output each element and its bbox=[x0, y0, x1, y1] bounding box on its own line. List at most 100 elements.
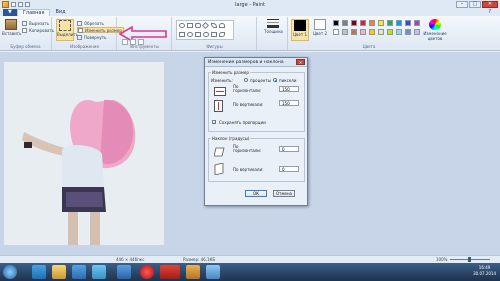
color-swatch[interactable] bbox=[333, 20, 339, 26]
arrow-shape-icon[interactable] bbox=[179, 32, 185, 37]
rotate-icon bbox=[77, 34, 82, 40]
clipboard-group-label: Буфер обмена bbox=[10, 44, 41, 49]
color-swatch[interactable] bbox=[387, 29, 393, 35]
skew-vertical-input[interactable]: 0 bbox=[279, 166, 299, 172]
color-swatch[interactable] bbox=[396, 20, 402, 26]
star-shape-icon[interactable] bbox=[187, 32, 193, 37]
rotate-button[interactable]: Повернуть bbox=[77, 34, 106, 40]
image-group: Выделить Обрезать Изменить размер Поверн… bbox=[53, 17, 124, 50]
shapes-group-label: Фигуры bbox=[206, 44, 223, 49]
paint-taskbar-icon[interactable] bbox=[186, 265, 200, 279]
help-icon[interactable]: ? bbox=[483, 9, 496, 16]
resize-icon bbox=[78, 27, 83, 33]
copy-label: Копировать bbox=[29, 27, 54, 33]
select-label: Выделить bbox=[57, 32, 78, 37]
color-swatch[interactable] bbox=[396, 29, 402, 35]
tab-home[interactable]: Главная bbox=[16, 9, 51, 16]
color1-label: Цвет 1 bbox=[292, 32, 308, 37]
heart-shape-icon[interactable] bbox=[203, 32, 209, 37]
color-swatch[interactable] bbox=[360, 20, 366, 26]
leaf-shape-icon[interactable] bbox=[211, 23, 217, 28]
line-size-icon bbox=[267, 19, 279, 28]
color2-swatch bbox=[314, 19, 326, 30]
cloud-shape-icon[interactable] bbox=[219, 32, 225, 37]
zoom-level: 100% bbox=[436, 257, 448, 262]
app-icon-4[interactable] bbox=[206, 265, 220, 279]
size-button[interactable]: Толщина bbox=[264, 19, 283, 41]
color-swatch[interactable] bbox=[378, 20, 384, 26]
percent-label: проценты bbox=[250, 78, 271, 83]
shapes-gallery[interactable] bbox=[176, 20, 234, 40]
color2-button[interactable]: Цвет 2 bbox=[311, 19, 329, 41]
dialog-close-button[interactable]: ✕ bbox=[296, 59, 305, 65]
color-swatch[interactable] bbox=[387, 20, 393, 26]
diamond-shape-icon[interactable] bbox=[201, 21, 210, 30]
callout-shape-icon[interactable] bbox=[195, 32, 201, 37]
ok-button[interactable]: ОК bbox=[245, 190, 267, 197]
crop-icon bbox=[77, 20, 82, 26]
color-swatch[interactable] bbox=[351, 29, 357, 35]
maximize-button[interactable]: □ bbox=[469, 1, 481, 8]
color1-button[interactable]: Цвет 1 bbox=[291, 19, 309, 41]
vertical-input[interactable]: 150 bbox=[279, 100, 299, 106]
close-button[interactable]: ✕ bbox=[482, 1, 498, 8]
lightning-shape-icon[interactable] bbox=[211, 32, 217, 37]
canvas[interactable] bbox=[4, 62, 164, 245]
pixels-label: пиксели bbox=[279, 78, 297, 83]
percent-radio[interactable] bbox=[244, 78, 248, 82]
color-swatch[interactable] bbox=[333, 29, 339, 35]
color-swatch[interactable] bbox=[342, 29, 348, 35]
color-swatch[interactable] bbox=[351, 20, 357, 26]
start-button-icon[interactable] bbox=[3, 265, 17, 279]
app-icon-1[interactable] bbox=[92, 265, 106, 279]
color-swatch[interactable] bbox=[405, 29, 411, 35]
horizontal-resize-icon bbox=[214, 87, 226, 96]
zoom-slider[interactable] bbox=[450, 257, 490, 262]
color-swatch[interactable] bbox=[405, 20, 411, 26]
paste-label: Вставить bbox=[2, 31, 22, 36]
keep-ratio-checkbox[interactable]: ✓ bbox=[212, 120, 216, 125]
select-button[interactable]: Выделить bbox=[56, 19, 78, 41]
color-swatch[interactable] bbox=[342, 20, 348, 26]
select-icon bbox=[59, 20, 71, 31]
minimize-button[interactable]: – bbox=[456, 1, 468, 8]
skew-horizontal-input[interactable]: 0 bbox=[279, 146, 299, 152]
scissors-icon bbox=[22, 20, 27, 26]
app-icon-2[interactable] bbox=[117, 265, 131, 279]
zoom-slider-thumb[interactable] bbox=[468, 257, 471, 262]
oval-shape-icon[interactable] bbox=[179, 23, 185, 28]
color-swatch[interactable] bbox=[369, 29, 375, 35]
pixels-radio[interactable] bbox=[273, 78, 277, 82]
paste-button[interactable]: Вставить bbox=[2, 19, 22, 41]
colors-group: Цвет 1 Цвет 2 Изменение цветов Цвета bbox=[289, 17, 449, 50]
resize-fieldset: Изменить размер Изменить: проценты пиксе… bbox=[208, 70, 305, 132]
horizontal-input[interactable]: 150 bbox=[279, 86, 299, 92]
color-swatch[interactable] bbox=[414, 20, 420, 26]
resize-skew-dialog: Изменение размеров и наклона ✕ Изменить … bbox=[204, 57, 308, 206]
resize-button[interactable]: Изменить размер bbox=[77, 27, 124, 33]
explorer-folder-icon[interactable] bbox=[52, 265, 66, 279]
colors-group-label: Цвета bbox=[362, 44, 376, 49]
crop-button[interactable]: Обрезать bbox=[77, 20, 104, 26]
app-icon-3[interactable] bbox=[160, 265, 180, 279]
cut-button[interactable]: Вырезать bbox=[22, 20, 49, 26]
media-player-icon[interactable] bbox=[72, 265, 86, 279]
canvas-image bbox=[4, 62, 164, 245]
rounded-rect-shape-icon[interactable] bbox=[195, 23, 201, 28]
color-swatch[interactable] bbox=[360, 29, 366, 35]
color-swatch[interactable] bbox=[378, 29, 384, 35]
opera-icon[interactable] bbox=[140, 265, 154, 279]
cancel-button[interactable]: Отмена bbox=[273, 190, 295, 197]
rectangle-shape-icon[interactable] bbox=[187, 23, 193, 28]
paint-menu-button[interactable]: ▼ bbox=[3, 9, 17, 16]
color-swatch[interactable] bbox=[414, 29, 420, 35]
triangle-shape-icon[interactable] bbox=[219, 23, 225, 28]
vertical-resize-icon bbox=[214, 100, 223, 112]
edit-colors-button[interactable]: Изменение цветов bbox=[423, 19, 447, 41]
copy-button[interactable]: Копировать bbox=[22, 27, 54, 33]
internet-explorer-icon[interactable] bbox=[32, 265, 46, 279]
tab-view[interactable]: Вид bbox=[50, 9, 70, 16]
clipboard-icon bbox=[5, 19, 17, 30]
tools-group-label: Инструменты bbox=[130, 44, 159, 49]
color-swatch[interactable] bbox=[369, 20, 375, 26]
